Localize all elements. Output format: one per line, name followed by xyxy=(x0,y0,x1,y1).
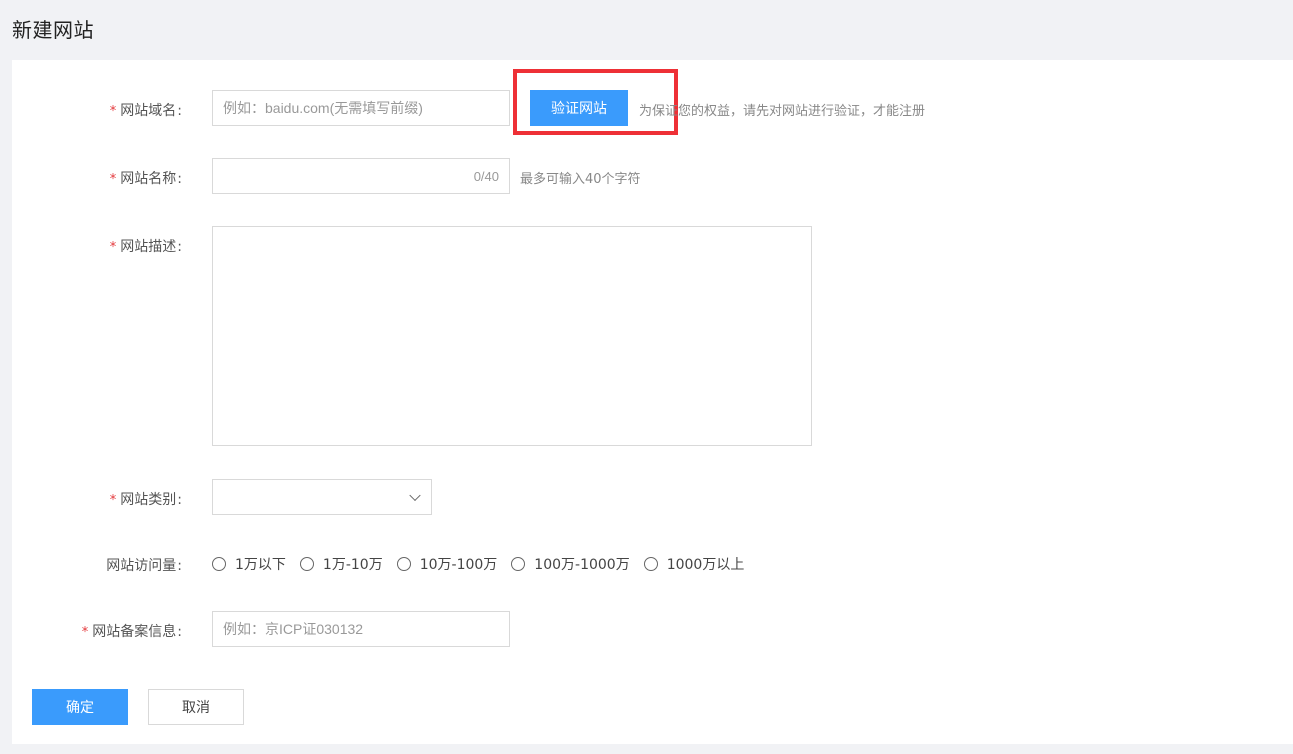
traffic-option-3[interactable]: 100万-1000万 xyxy=(511,554,630,574)
description-textarea[interactable] xyxy=(212,226,812,446)
name-input[interactable]: 0/40 xyxy=(212,158,510,194)
required-mark: * xyxy=(109,240,117,255)
icp-label: * 网站备案信息: xyxy=(81,624,182,640)
radio-circle-icon xyxy=(212,557,226,571)
description-label: * 网站描述: xyxy=(109,239,182,255)
category-select[interactable] xyxy=(212,479,432,515)
radio-circle-icon xyxy=(396,557,411,571)
required-mark: * xyxy=(81,625,89,640)
traffic-option-0[interactable]: 1万以下 xyxy=(212,554,286,574)
required-mark: * xyxy=(109,172,117,187)
name-label: * 网站名称: xyxy=(109,171,182,187)
confirm-button[interactable]: 确定 xyxy=(32,689,128,725)
verify-website-button[interactable]: 验证网站 xyxy=(530,90,628,126)
traffic-option-2[interactable]: 10万-100万 xyxy=(396,554,497,574)
required-mark: * xyxy=(109,104,117,119)
traffic-radio-group: 1万以下 1万-10万 10万-100万 100万-1000万 1000万以上 xyxy=(212,554,758,574)
traffic-option-1[interactable]: 1万-10万 xyxy=(299,554,383,574)
page-title: 新建网站 xyxy=(12,18,94,42)
domain-hint: 为保证您的权益，请先对网站进行验证，才能注册 xyxy=(639,104,926,119)
chevron-down-icon xyxy=(409,489,421,502)
name-char-counter: 0/40 xyxy=(473,168,499,184)
radio-circle-icon xyxy=(511,557,526,571)
radio-circle-icon xyxy=(643,557,658,571)
name-hint: 最多可输入40个字符 xyxy=(520,172,641,187)
traffic-option-4[interactable]: 1000万以上 xyxy=(643,554,744,574)
icp-input[interactable]: 例如：京ICP证030132 xyxy=(212,611,510,647)
traffic-label: 网站访问量: xyxy=(106,558,182,574)
required-mark: * xyxy=(109,493,117,508)
radio-circle-icon xyxy=(299,557,314,571)
cancel-button[interactable]: 取消 xyxy=(148,689,244,725)
domain-input[interactable]: 例如：baidu.com(无需填写前缀) xyxy=(212,90,510,126)
icp-placeholder: 例如：京ICP证030132 xyxy=(223,621,364,637)
category-label: * 网站类别: xyxy=(109,492,182,508)
domain-placeholder: 例如：baidu.com(无需填写前缀) xyxy=(223,100,423,116)
domain-label: * 网站域名: xyxy=(109,103,182,119)
